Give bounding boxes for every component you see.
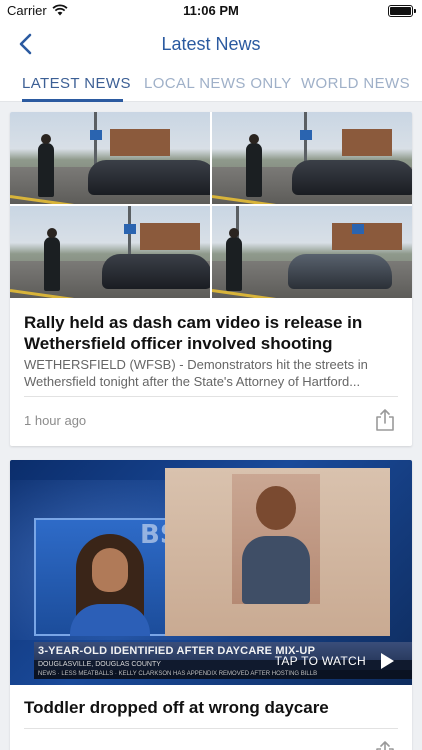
dashcam-frame [212,112,412,204]
tab-local-news-only[interactable]: LOCAL NEWS ONLY [144,75,292,92]
tab-world-news[interactable]: WORLD NEWS [301,75,410,92]
dashcam-frame [212,206,412,298]
article-card[interactable]: BS 3-YEAR-OLD IDENTIFIED AFTER DAYCARE M… [10,460,412,750]
clock: 11:06 PM [183,3,239,18]
article-card[interactable]: Rally held as dash cam video is release … [10,112,412,446]
play-icon[interactable] [381,653,394,669]
battery-icon [388,5,416,17]
divider [24,396,398,397]
child-photo [232,474,320,604]
article-summary: WETHERSFIELD (WFSB) - Demonstrators hit … [24,357,368,389]
news-anchor [70,534,150,636]
article-headline[interactable]: Rally held as dash cam video is release … [24,312,400,354]
timestamp: 1 hour ago [24,413,87,428]
page-title: Latest News [161,34,261,54]
tab-bar: LATEST NEWS LOCAL NEWS ONLY WORLD NEWS [0,66,422,102]
article-image[interactable] [10,112,412,298]
share-icon[interactable] [374,740,396,750]
navigation-bar: Latest News [0,22,422,66]
article-headline[interactable]: Toddler dropped off at wrong daycare [24,698,400,718]
ticker-crawl: NEWS · LESS MEATBALLS · KELLY CLARKSON H… [34,670,412,679]
dashcam-frame [10,112,210,204]
tab-latest-news[interactable]: LATEST NEWS [22,75,131,92]
status-bar: Carrier 11:06 PM [0,0,422,22]
share-icon[interactable] [374,408,396,432]
dashcam-frame [10,206,210,298]
video-thumbnail[interactable]: BS 3-YEAR-OLD IDENTIFIED AFTER DAYCARE M… [10,460,412,685]
news-feed[interactable]: Rally held as dash cam video is release … [0,102,422,750]
tap-to-watch-label[interactable]: TAP TO WATCH [275,654,366,668]
divider [24,728,398,729]
